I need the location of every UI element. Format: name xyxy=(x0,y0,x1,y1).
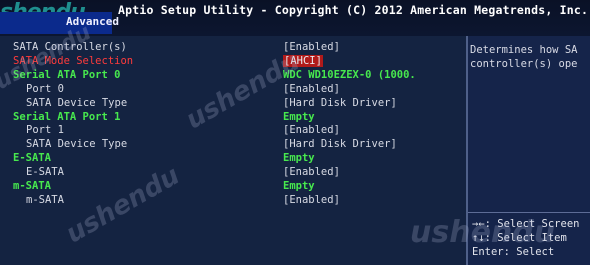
setting-row: E-SATA Empty xyxy=(0,152,467,166)
setting-row: m-SATA Empty xyxy=(0,180,467,194)
setting-label: SATA Device Type xyxy=(26,138,128,151)
setting-label: E-SATA xyxy=(13,152,51,165)
setting-label: Port 1 xyxy=(26,124,64,137)
setting-label: SATA Device Type xyxy=(26,96,128,109)
setting-label: m-SATA xyxy=(13,180,51,192)
help-divider xyxy=(468,212,590,213)
setting-value[interactable]: [Enabled] xyxy=(283,124,340,136)
setting-row[interactable]: SATA Mode Selection [AHCI] xyxy=(0,54,467,69)
setting-value[interactable]: [Hard Disk Driver] xyxy=(283,138,397,150)
setting-value: Empty xyxy=(283,110,315,123)
tab-advanced[interactable]: Advanced xyxy=(0,12,119,34)
setting-value: Empty xyxy=(283,180,315,192)
setting-label: Port 0 xyxy=(26,82,64,95)
help-text: Determines how SA controller(s) ope xyxy=(470,44,578,70)
setting-value: Empty xyxy=(283,152,315,165)
setting-row[interactable]: Port 1 [Enabled] xyxy=(0,124,467,138)
setting-value[interactable]: [Enabled] xyxy=(283,194,340,206)
setting-label: E-SATA xyxy=(26,166,64,179)
setting-label: Serial ATA Port 1 xyxy=(13,110,121,123)
watermark-text: ushendu xyxy=(410,215,556,250)
setting-value[interactable]: [Enabled] xyxy=(283,166,340,178)
setting-row[interactable]: m-SATA [Enabled] xyxy=(0,194,467,208)
setting-row[interactable]: SATA Device Type [Hard Disk Driver] xyxy=(0,138,467,152)
setting-label: m-SATA xyxy=(26,193,64,206)
setting-row[interactable]: E-SATA [Enabled] xyxy=(0,166,467,180)
setup-title: Aptio Setup Utility - Copyright (C) 2012… xyxy=(118,3,589,17)
setting-value[interactable]: [Hard Disk Driver] xyxy=(283,97,397,109)
setting-value[interactable]: [Enabled] xyxy=(283,83,340,95)
